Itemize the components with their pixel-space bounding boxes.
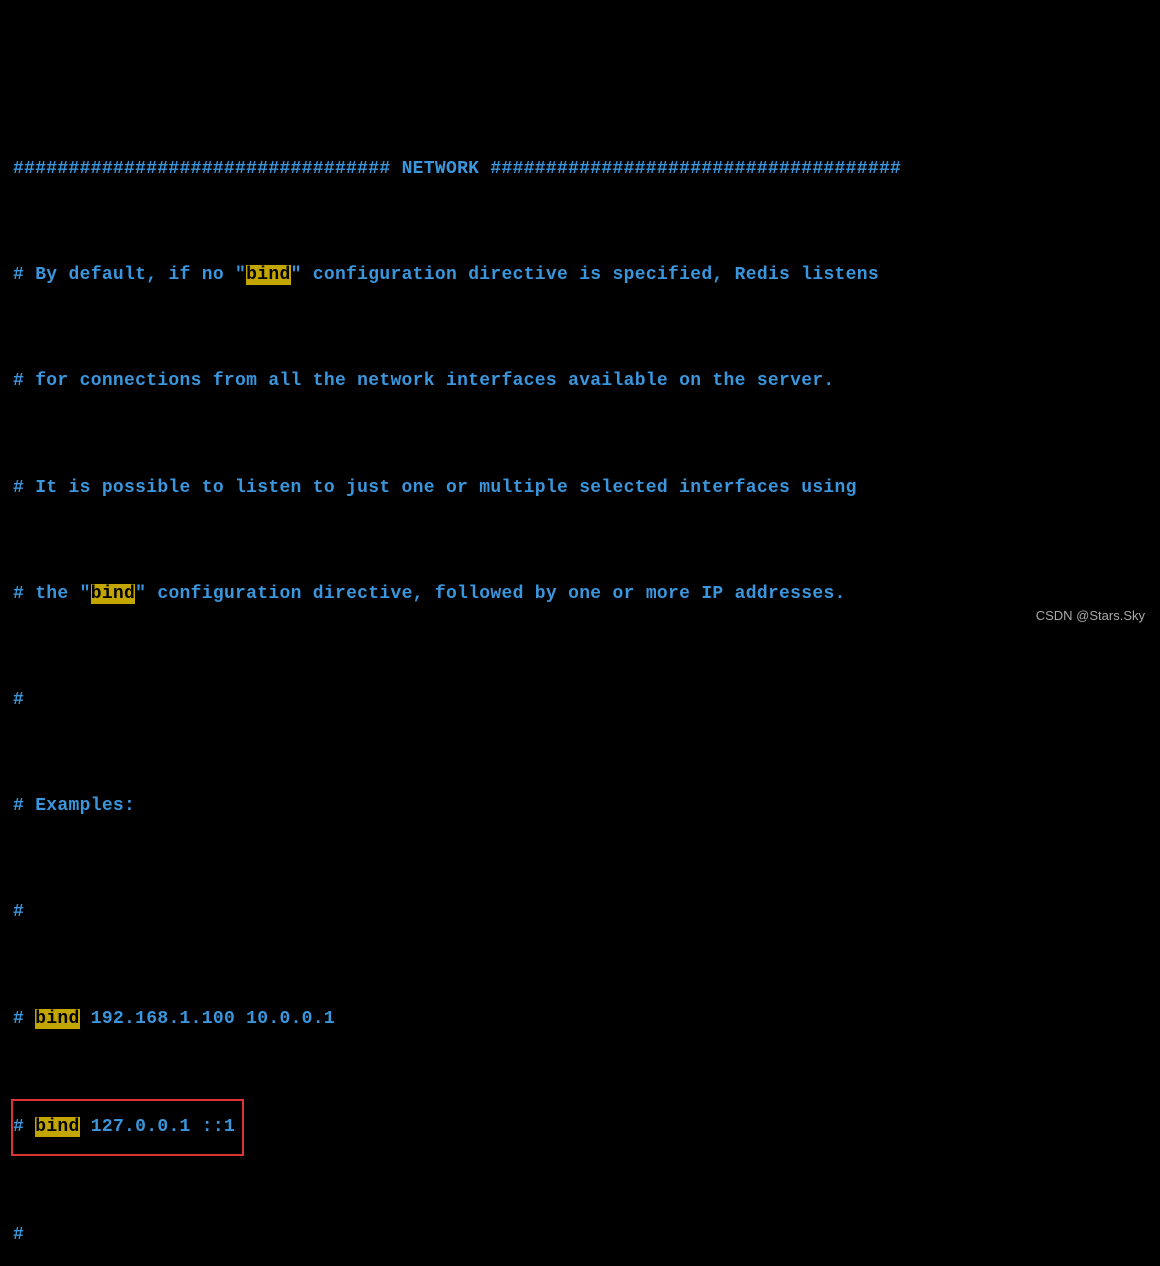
config-comment: # <box>13 674 1147 727</box>
config-comment: # for connections from all the network i… <box>13 355 1147 408</box>
terminal-output: ################################## NETWO… <box>0 80 1160 1266</box>
config-example: # bind 192.168.1.100 10.0.0.1 <box>13 993 1147 1046</box>
config-comment: # <box>13 886 1147 939</box>
search-highlight: bind <box>246 265 290 285</box>
highlighted-config-line: # bind 127.0.0.1 ::1 <box>13 1099 1147 1156</box>
search-highlight: bind <box>35 1009 79 1029</box>
config-comment: # the "bind" configuration directive, fo… <box>13 568 1147 621</box>
watermark: CSDN @Stars.Sky <box>1036 608 1145 623</box>
config-comment: # It is possible to listen to just one o… <box>13 462 1147 515</box>
selection-box: # bind 127.0.0.1 ::1 <box>11 1099 244 1156</box>
search-highlight: bind <box>91 584 135 604</box>
config-comment: # <box>13 1209 1147 1262</box>
search-highlight: bind <box>35 1117 79 1137</box>
config-comment: # Examples: <box>13 780 1147 833</box>
config-header: ################################## NETWO… <box>13 143 1147 196</box>
config-comment: # By default, if no "bind" configuration… <box>13 249 1147 302</box>
